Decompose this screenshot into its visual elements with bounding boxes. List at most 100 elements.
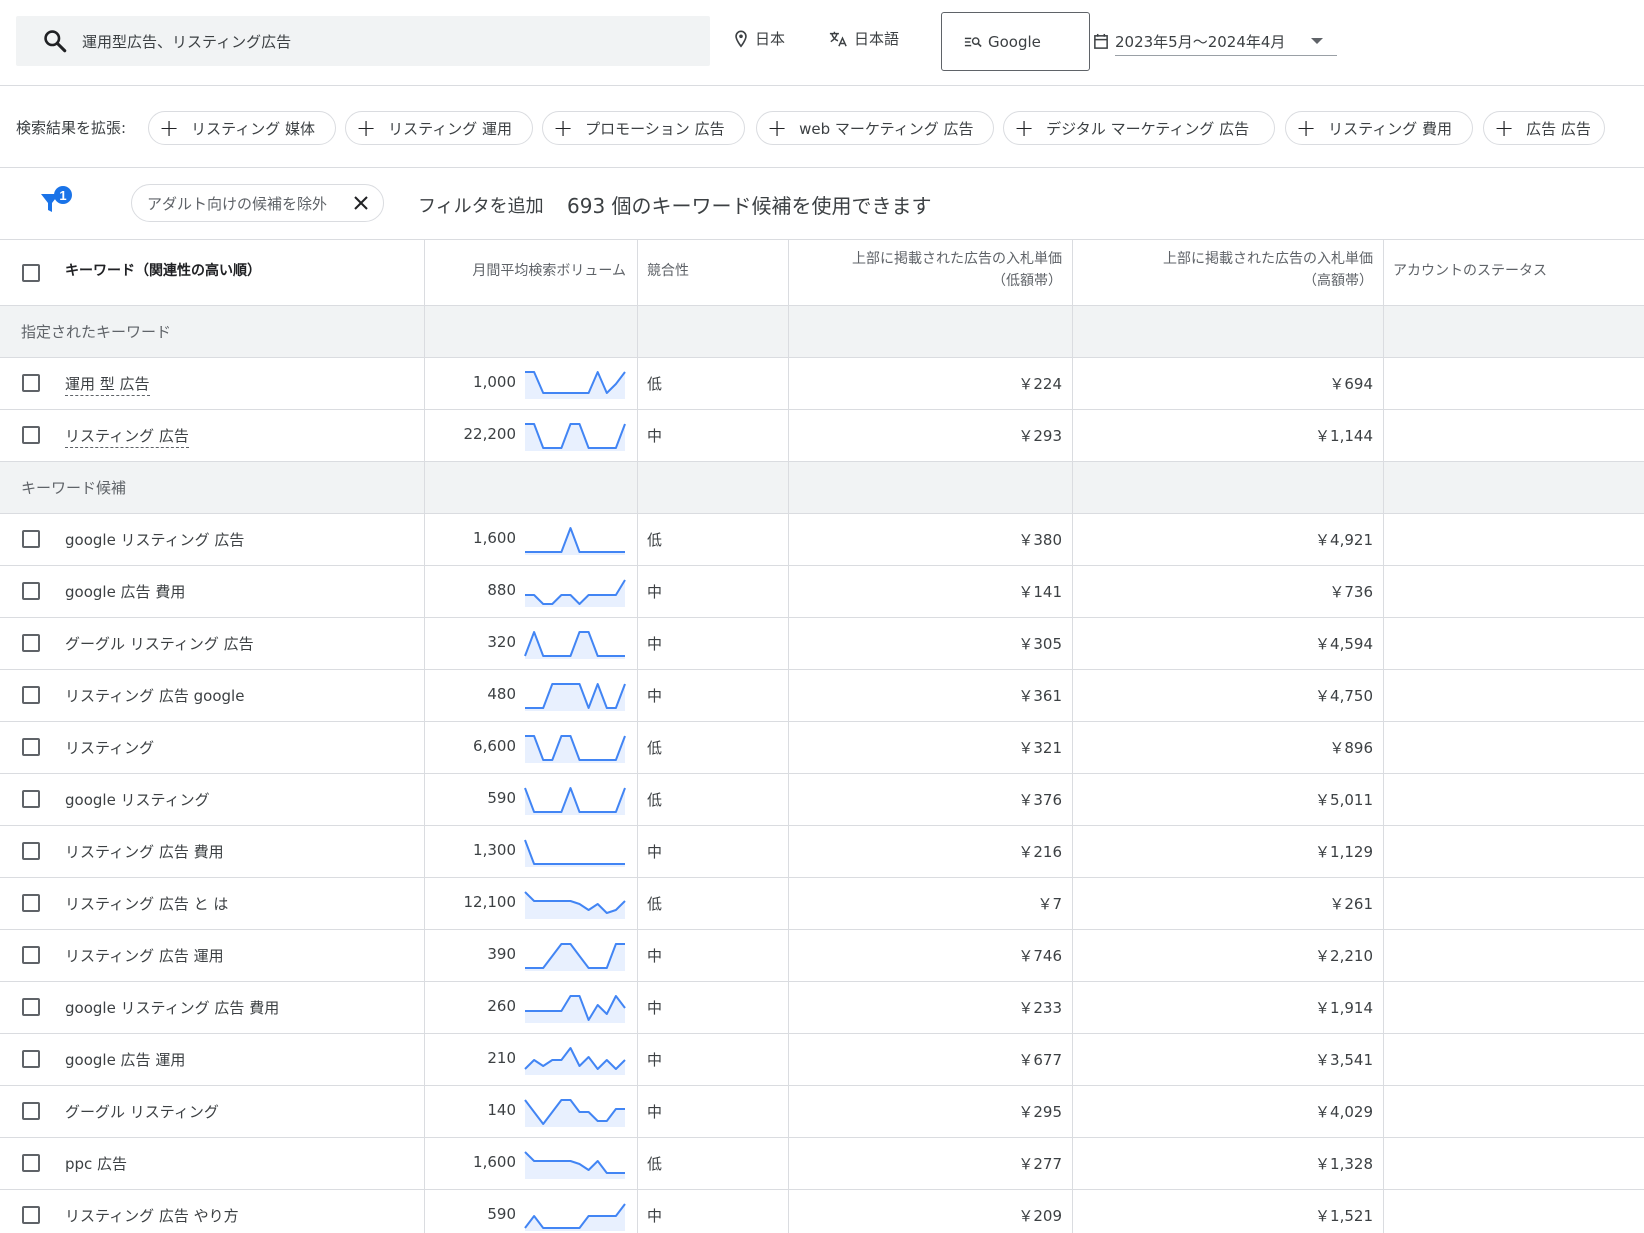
search-query[interactable]: 運用型広告、リスティング広告 xyxy=(82,31,291,52)
adult-filter-chip[interactable]: アダルト向けの候補を除外 xyxy=(131,184,384,222)
location-selector[interactable]: 日本 xyxy=(733,28,785,49)
table-row[interactable]: google 広告 運用 210 中 ￥677 ￥3,541 xyxy=(0,1034,1644,1086)
keyword-text: リスティング 広告 google xyxy=(65,687,245,705)
close-icon[interactable] xyxy=(351,193,371,213)
competition-value: 低 xyxy=(647,791,663,809)
row-checkbox[interactable] xyxy=(22,686,40,704)
row-checkbox[interactable] xyxy=(22,1206,40,1224)
trend-area xyxy=(525,684,625,711)
competition-value: 中 xyxy=(647,999,663,1017)
row-checkbox[interactable] xyxy=(22,842,40,860)
table-row[interactable]: リスティング 広告 と は 12,100 低 ￥7 ￥261 xyxy=(0,878,1644,930)
column-bid-low[interactable]: 上部に掲載された広告の入札単価 （低額帯） xyxy=(852,248,1062,292)
competition-value: 中 xyxy=(647,635,663,653)
row-checkbox[interactable] xyxy=(22,1154,40,1172)
location-pin-icon xyxy=(735,30,747,47)
table-row[interactable]: リスティング 広告 google 480 中 ￥361 ￥4,750 xyxy=(0,670,1644,722)
row-checkbox[interactable] xyxy=(22,1050,40,1068)
column-divider xyxy=(637,240,638,1233)
column-divider xyxy=(788,240,789,1233)
search-volume: 1,600 xyxy=(473,529,516,547)
row-checkbox[interactable] xyxy=(22,946,40,964)
bid-high-value: ￥1,129 xyxy=(1315,843,1373,861)
table-row[interactable]: グーグル リスティング 広告 320 中 ￥305 ￥4,594 xyxy=(0,618,1644,670)
expand-chip[interactable]: + リスティング 媒体 xyxy=(148,111,336,145)
trend-area xyxy=(525,1048,625,1075)
keyword-text: google リスティング 広告 費用 xyxy=(65,999,280,1017)
expand-chip[interactable]: + リスティング 運用 xyxy=(345,111,533,145)
table-row[interactable]: google 広告 費用 880 中 ￥141 ￥736 xyxy=(0,566,1644,618)
row-checkbox[interactable] xyxy=(22,582,40,600)
competition-value: 低 xyxy=(647,531,663,549)
expand-chip[interactable]: + デジタル マーケティング 広告 xyxy=(1003,111,1275,145)
bid-low-value: ￥361 xyxy=(1018,687,1062,705)
chevron-down-icon[interactable] xyxy=(1311,38,1323,44)
column-account-status[interactable]: アカウントのステータス xyxy=(1393,260,1547,282)
bid-high-value: ￥1,328 xyxy=(1315,1155,1373,1173)
competition-value: 低 xyxy=(647,375,663,393)
trend-sparkline xyxy=(525,423,626,451)
language-selector[interactable]: 日本語 xyxy=(828,28,899,49)
row-checkbox[interactable] xyxy=(22,998,40,1016)
table-row[interactable]: 運用 型 広告 1,000 低 ￥224 ￥694 xyxy=(0,358,1644,410)
translate-icon xyxy=(829,31,847,46)
row-checkbox[interactable] xyxy=(22,894,40,912)
trend-sparkline xyxy=(525,683,626,711)
keyword-text: グーグル リスティング 広告 xyxy=(65,635,254,653)
trend-sparkline xyxy=(525,995,626,1023)
group-label: キーワード候補 xyxy=(21,479,127,497)
table-row[interactable]: google リスティング 広告 1,600 低 ￥380 ￥4,921 xyxy=(0,514,1644,566)
table-row[interactable]: google リスティング 広告 費用 260 中 ￥233 ￥1,914 xyxy=(0,982,1644,1034)
table-row[interactable]: グーグル リスティング 140 中 ￥295 ￥4,029 xyxy=(0,1086,1644,1138)
bid-low-value: ￥224 xyxy=(1018,375,1062,393)
bid-high-value: ￥1,521 xyxy=(1315,1207,1373,1225)
row-checkbox[interactable] xyxy=(22,530,40,548)
table-row[interactable]: リスティング 広告 運用 390 中 ￥746 ￥2,210 xyxy=(0,930,1644,982)
table-row[interactable]: リスティング 6,600 低 ￥321 ￥896 xyxy=(0,722,1644,774)
date-range-underline xyxy=(1115,55,1337,56)
column-divider xyxy=(1383,240,1384,1233)
column-competition[interactable]: 競合性 xyxy=(647,260,689,282)
keyword-text: リスティング 広告 費用 xyxy=(65,843,224,861)
row-checkbox[interactable] xyxy=(22,426,40,444)
column-keyword[interactable]: キーワード（関連性の高い順） xyxy=(65,260,261,282)
search-network-selector[interactable]: Google xyxy=(941,12,1090,71)
trend-sparkline xyxy=(524,1099,625,1127)
row-checkbox[interactable] xyxy=(22,634,40,652)
plus-icon: + xyxy=(1014,114,1035,142)
trend-sparkline xyxy=(525,371,626,399)
table-row[interactable]: ppc 広告 1,600 低 ￥277 ￥1,328 xyxy=(0,1138,1644,1190)
expand-chip[interactable]: + 広告 広告 xyxy=(1483,111,1605,145)
expand-chip[interactable]: + リスティング 費用 xyxy=(1285,111,1473,145)
expand-chip[interactable]: + web マーケティング 広告 xyxy=(756,111,994,145)
keyword-text[interactable]: リスティング 広告 xyxy=(65,425,189,448)
table-row[interactable]: リスティング 広告 やり方 590 中 ￥209 ￥1,521 xyxy=(0,1190,1644,1233)
filter-icon[interactable]: 1 xyxy=(38,182,78,222)
date-range-selector[interactable]: 2023年5月～2024年4月 xyxy=(1093,26,1337,56)
keyword-text[interactable]: 運用 型 広告 xyxy=(65,373,150,396)
table-row[interactable]: リスティング 広告 費用 1,300 中 ￥216 ￥1,129 xyxy=(0,826,1644,878)
table-row[interactable]: google リスティング 590 低 ￥376 ￥5,011 xyxy=(0,774,1644,826)
trend-sparkline xyxy=(524,631,625,659)
search-box[interactable]: 運用型広告、リスティング広告 xyxy=(16,16,710,66)
search-volume: 1,600 xyxy=(473,1153,516,1171)
keyword-text: リスティング 広告 と は xyxy=(65,895,229,913)
column-volume[interactable]: 月間平均検索ボリューム xyxy=(472,260,626,282)
trend-area xyxy=(525,840,625,867)
bid-low-value: ￥295 xyxy=(1018,1103,1062,1121)
row-checkbox[interactable] xyxy=(22,738,40,756)
trend-area xyxy=(525,580,625,607)
expand-results-bar: 検索結果を拡張: + リスティング 媒体 + リスティング 運用 + プロモーション … xyxy=(0,86,1644,168)
row-checkbox[interactable] xyxy=(22,374,40,392)
expand-chip[interactable]: + プロモーション 広告 xyxy=(542,111,745,145)
competition-value: 中 xyxy=(647,583,663,601)
column-bid-high[interactable]: 上部に掲載された広告の入札単価 （高額帯） xyxy=(1163,248,1373,292)
select-all-checkbox[interactable] xyxy=(22,264,40,282)
search-volume: 140 xyxy=(487,1101,516,1119)
competition-value: 中 xyxy=(647,1103,663,1121)
table-row[interactable]: リスティング 広告 22,200 中 ￥293 ￥1,144 xyxy=(0,410,1644,462)
row-checkbox[interactable] xyxy=(22,1102,40,1120)
add-filter-button[interactable]: フィルタを追加 xyxy=(418,192,544,218)
row-checkbox[interactable] xyxy=(22,790,40,808)
bid-low-value: ￥141 xyxy=(1018,583,1062,601)
